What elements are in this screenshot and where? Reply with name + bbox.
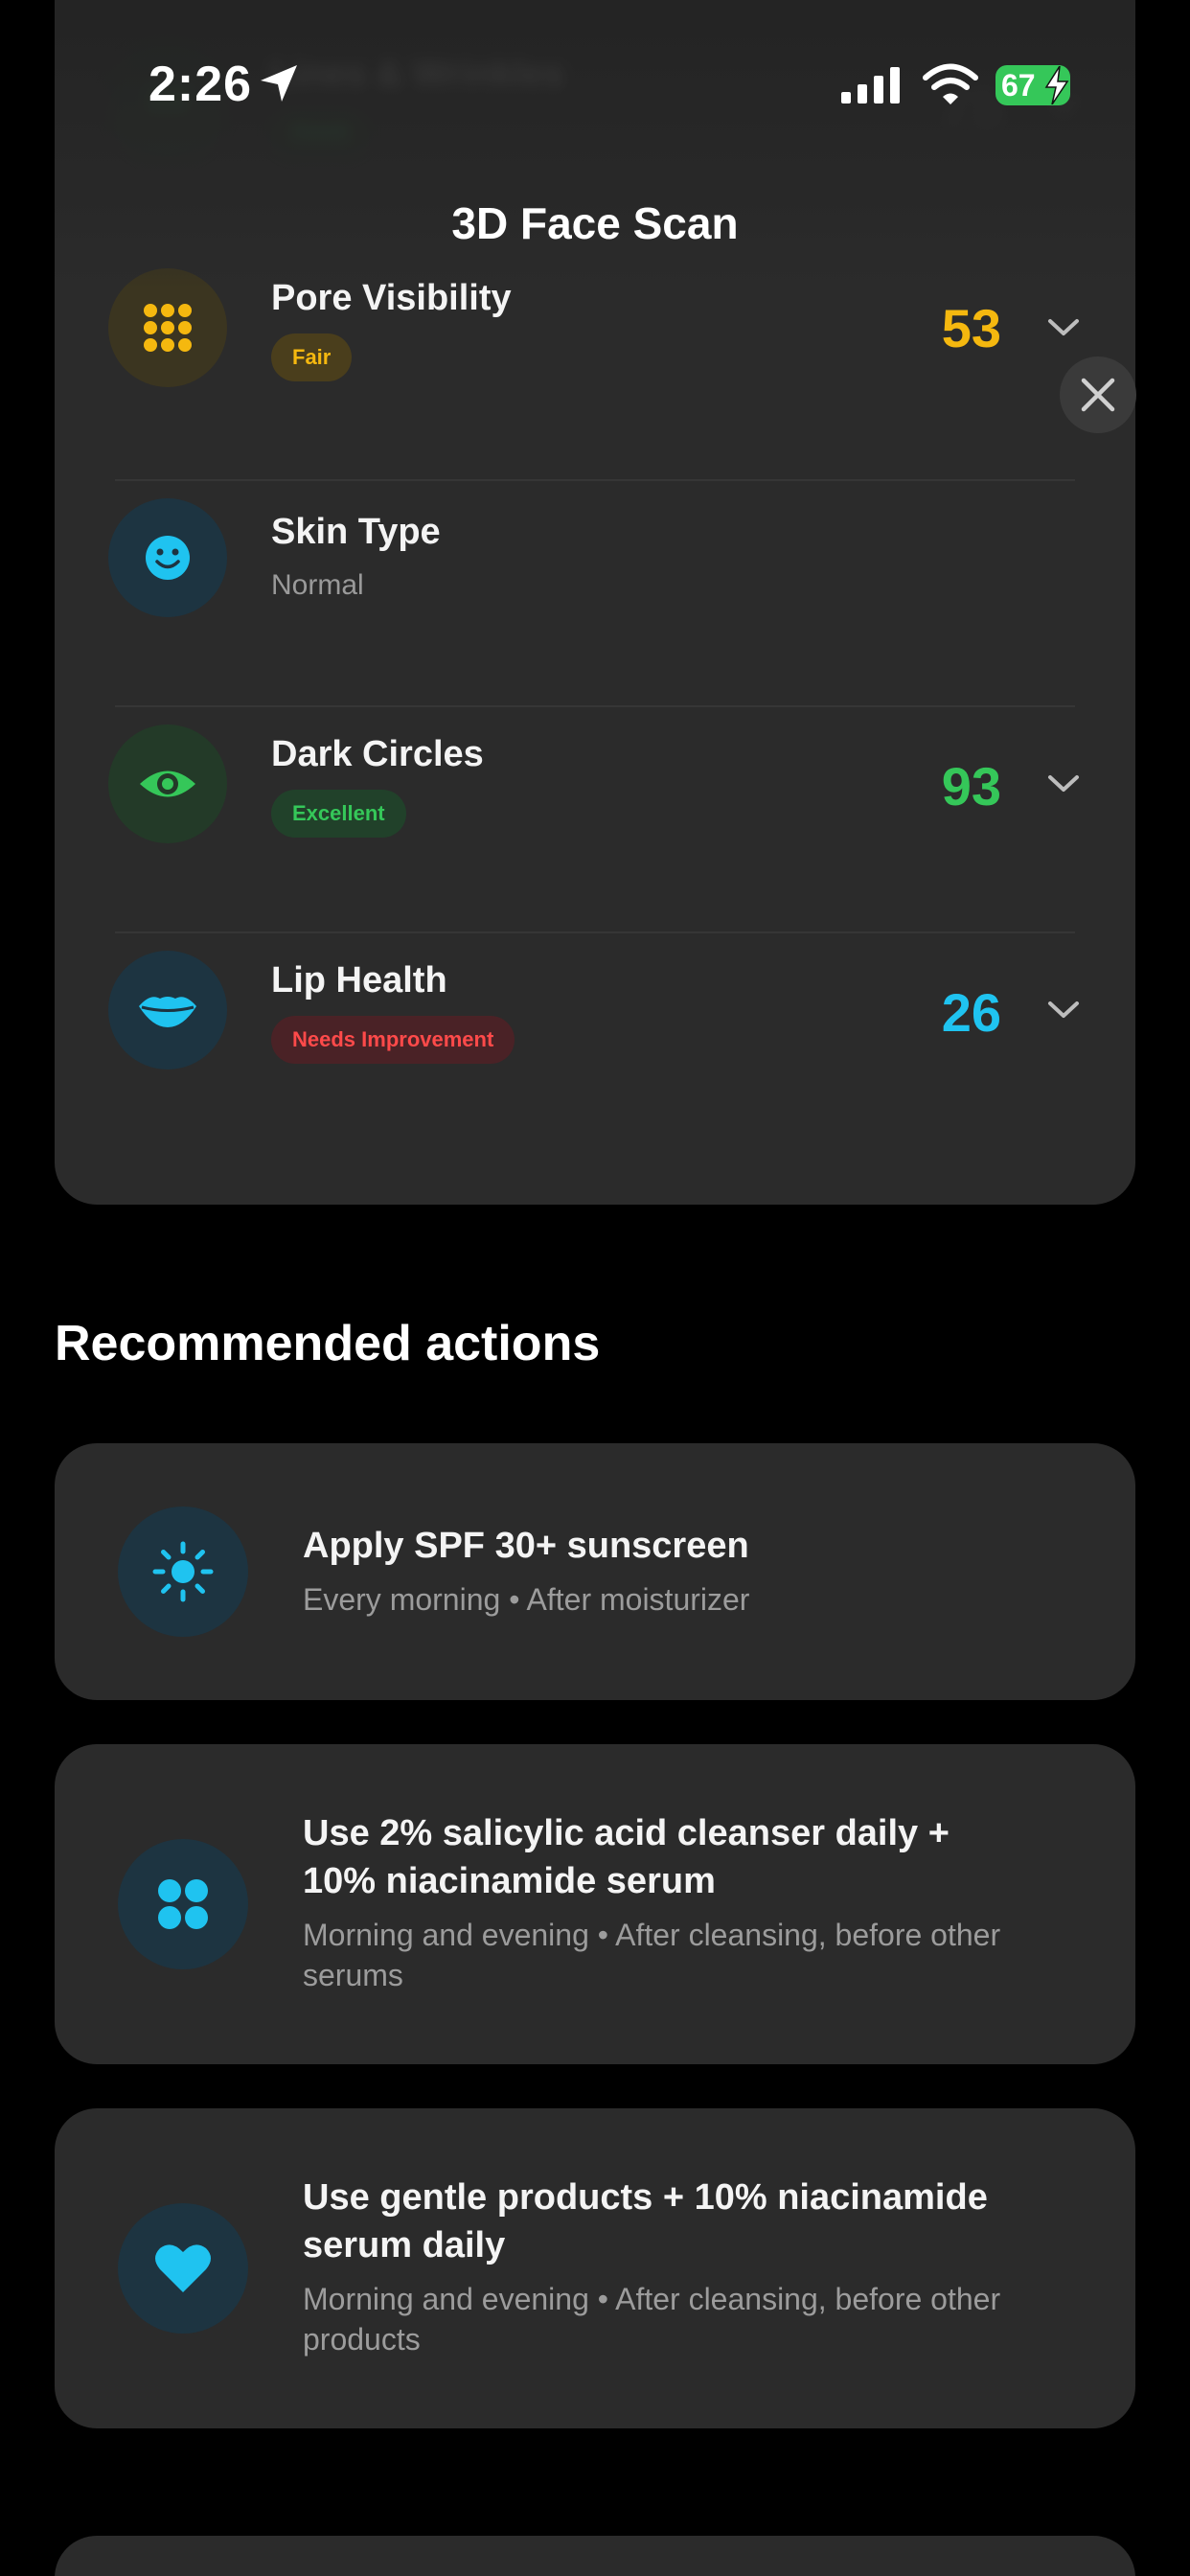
recommendation-subtitle: Morning and evening • After cleansing, b… [303, 2282, 1001, 2357]
metric-row-lip-health[interactable]: Lip Health Needs Improvement 26 [55, 932, 1135, 1158]
metric-score: 93 [941, 756, 1001, 816]
recommendation-card[interactable] [55, 2536, 1135, 2576]
recommendation-subtitle: Morning and evening • After cleansing, b… [303, 1918, 1001, 1992]
cellular-signal-icon [841, 67, 903, 108]
metric-score: 53 [941, 298, 1001, 358]
status-bar: 2:26 67 [0, 0, 1190, 172]
metrics-card: Lines & Wrinkles Good 75 Pore Visibility… [55, 0, 1135, 1205]
status-badge: Fair [271, 334, 353, 381]
heart-icon [118, 2203, 248, 2334]
wifi-icon [923, 63, 978, 110]
sun-icon [118, 1506, 248, 1637]
recommendation-title: Use 2% salicylic acid cleanser daily + 1… [303, 1813, 950, 1901]
metric-title: Skin Type [271, 512, 441, 552]
dots-grid-icon [108, 268, 227, 387]
metric-title: Dark Circles [271, 734, 484, 774]
recommendation-title: Use gentle products + 10% niacinamide se… [303, 2177, 988, 2266]
recommendation-subtitle: Every morning • After moisturizer [303, 1582, 750, 1617]
metric-row-pore-visibility[interactable]: Pore Visibility Fair 53 [55, 245, 1135, 472]
lips-icon [108, 951, 227, 1070]
page-title: 3D Face Scan [451, 198, 739, 248]
recommendation-title: Apply SPF 30+ sunscreen [303, 1526, 749, 1566]
eye-icon [108, 724, 227, 843]
chevron-down-icon[interactable] [1044, 309, 1083, 347]
status-badge: Needs Improvement [271, 1016, 515, 1064]
recommendation-card[interactable]: Use 2% salicylic acid cleanser daily + 1… [55, 1744, 1135, 2064]
recommendation-card[interactable]: Use gentle products + 10% niacinamide se… [55, 2108, 1135, 2428]
close-button[interactable] [1060, 356, 1136, 433]
close-icon [1081, 378, 1115, 412]
charging-bolt-icon [1044, 65, 1069, 109]
chevron-down-icon[interactable] [1044, 765, 1083, 803]
metric-score: 26 [941, 982, 1001, 1043]
location-arrow-icon [259, 63, 299, 108]
metric-title: Lip Health [271, 960, 447, 1000]
status-time: 2:26 [149, 57, 253, 112]
recommendation-card[interactable]: Apply SPF 30+ sunscreen Every morning • … [55, 1443, 1135, 1700]
smiley-icon [108, 498, 227, 617]
metric-row-skin-type: Skin Type Normal [55, 479, 1135, 705]
metric-subtitle: Normal [271, 569, 364, 601]
chevron-down-icon[interactable] [1044, 991, 1083, 1029]
metric-row-dark-circles[interactable]: Dark Circles Excellent 93 [55, 705, 1135, 932]
status-badge: Excellent [271, 790, 406, 838]
section-title: Recommended actions [55, 1316, 601, 1371]
four-dots-icon [118, 1839, 248, 1969]
metric-title: Pore Visibility [271, 278, 512, 318]
